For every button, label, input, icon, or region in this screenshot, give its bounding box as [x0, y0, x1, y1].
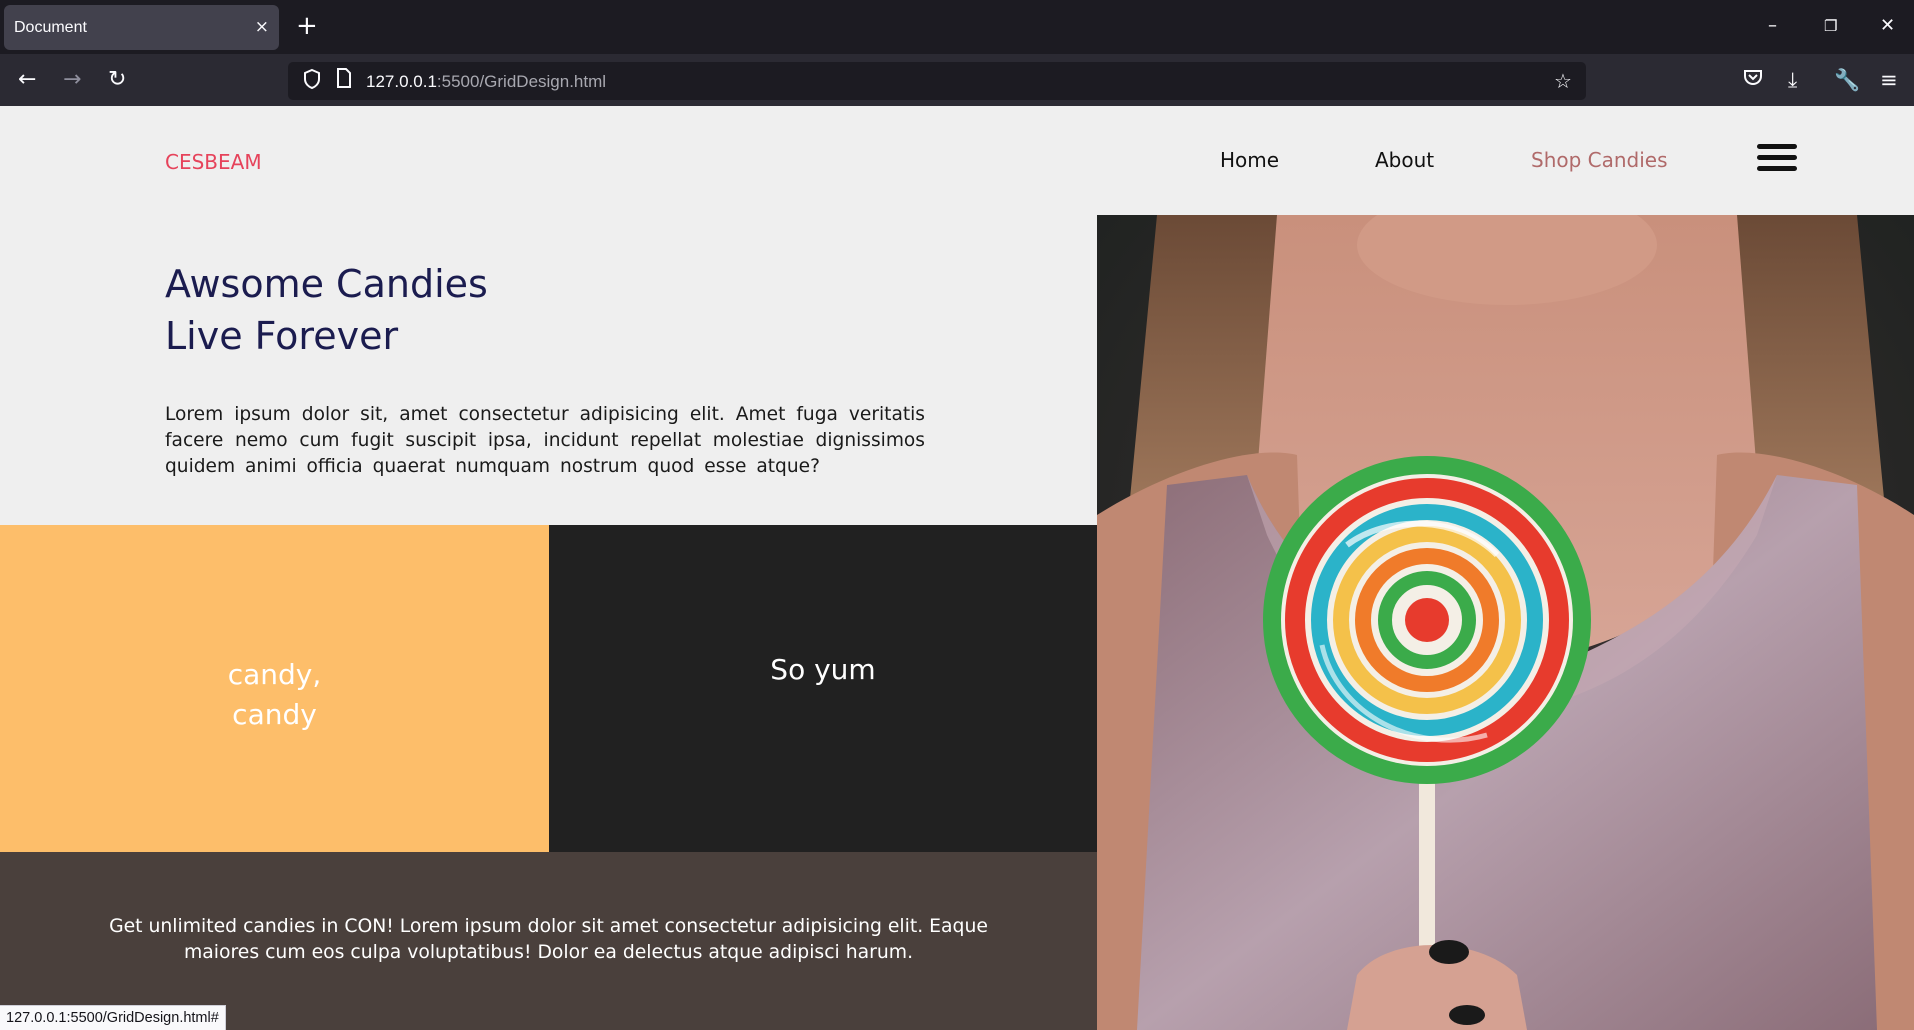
menu-icon[interactable]: ≡: [1880, 66, 1898, 94]
status-bar-url: 127.0.0.1:5500/GridDesign.html#: [0, 1005, 226, 1030]
promo-panel: Get unlimited candies in CON! Lorem ipsu…: [0, 852, 1097, 1030]
web-page: CESBEAM Home About Shop Candies Awsome C…: [0, 106, 1914, 1030]
site-logo[interactable]: CESBEAM: [165, 150, 262, 174]
lollipop-photo: [1097, 215, 1914, 1030]
hamburger-icon[interactable]: [1757, 144, 1797, 174]
promo-text: Get unlimited candies in CON! Lorem ipsu…: [109, 916, 988, 963]
hero-title: Awsome Candies Live Forever: [165, 258, 488, 362]
download-icon[interactable]: ⤓: [1788, 66, 1797, 94]
nav-about[interactable]: About: [1375, 148, 1434, 172]
url-bar[interactable]: 127.0.0.1:5500/GridDesign.html ☆: [288, 62, 1586, 100]
minimize-icon[interactable]: –: [1768, 14, 1777, 38]
reload-icon[interactable]: ↻: [108, 66, 126, 94]
new-tab-button[interactable]: +: [296, 11, 318, 41]
back-icon[interactable]: ←: [18, 66, 36, 94]
url-text[interactable]: 127.0.0.1:5500/GridDesign.html: [366, 72, 606, 92]
tab-close-icon[interactable]: ×: [255, 17, 269, 37]
restore-icon[interactable]: ❐: [1824, 14, 1837, 38]
browser-tab[interactable]: Document ×: [4, 5, 279, 50]
page-icon[interactable]: [336, 68, 352, 94]
hero-paragraph: Lorem ipsum dolor sit, amet consectetur …: [165, 404, 925, 477]
star-icon[interactable]: ☆: [1554, 68, 1572, 94]
wrench-icon[interactable]: 🔧: [1834, 66, 1860, 94]
nav-home[interactable]: Home: [1220, 148, 1279, 172]
hero-title-line-2: Live Forever: [165, 314, 399, 358]
yum-panel: So yum: [549, 525, 1097, 852]
candy-panel: candy, candy: [0, 525, 549, 852]
tab-title: Document: [14, 19, 87, 36]
nav-shop-candies[interactable]: Shop Candies: [1531, 148, 1668, 172]
tab-strip: Document × + – ❐ ✕: [0, 0, 1914, 54]
forward-icon[interactable]: →: [63, 66, 81, 94]
url-path: :5500/GridDesign.html: [436, 72, 607, 91]
yum-panel-text: So yum: [770, 653, 876, 686]
candy-panel-text: candy, candy: [0, 655, 549, 735]
candy-line-1: candy,: [227, 658, 322, 691]
candy-line-2: candy: [232, 698, 317, 731]
pocket-icon[interactable]: [1743, 66, 1763, 95]
url-host: 127.0.0.1: [366, 72, 437, 91]
window-close-icon[interactable]: ✕: [1880, 14, 1895, 38]
hero-title-line-1: Awsome Candies: [165, 262, 488, 306]
shield-icon[interactable]: [302, 68, 322, 96]
